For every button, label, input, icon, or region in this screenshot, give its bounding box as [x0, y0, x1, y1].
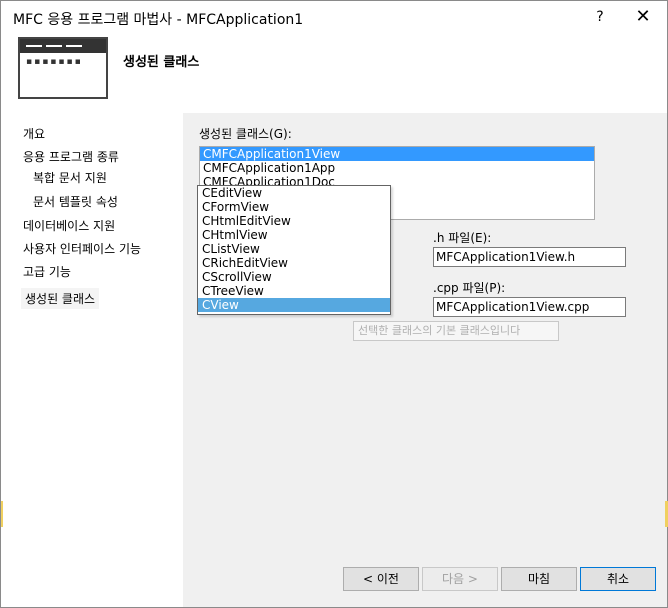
next-button[interactable]: 다음 >: [422, 567, 498, 591]
finish-button[interactable]: 마침: [501, 567, 577, 591]
h-file-label: .h 파일(E):: [433, 231, 492, 245]
wizard-nav: 개요 응용 프로그램 종류 복합 문서 지원 문서 템플릿 속성 데이터베이스 …: [1, 113, 183, 607]
nav-item-document-template[interactable]: 문서 템플릿 속성: [33, 193, 118, 210]
wizard-window-icon: ▪▪▪▪▪▪▪: [18, 37, 108, 99]
base-class-option[interactable]: CScrollView: [198, 270, 390, 284]
wizard-dialog: MFC 응용 프로그램 마법사 - MFCApplication1 ? ✕ ▪▪…: [0, 0, 668, 608]
background-strip: [1, 501, 3, 527]
generated-classes-label: 생성된 클래스(G):: [199, 127, 292, 141]
base-class-option[interactable]: CHtmlView: [198, 228, 390, 242]
nav-item-generated-classes[interactable]: 생성된 클래스: [21, 288, 100, 309]
class-list-item[interactable]: CMFCApplication1View: [200, 147, 594, 161]
nav-item-overview[interactable]: 개요: [23, 125, 45, 142]
nav-item-application-type[interactable]: 응용 프로그램 종류: [23, 148, 119, 165]
cancel-button[interactable]: 취소: [580, 567, 656, 591]
base-class-option[interactable]: CFormView: [198, 200, 390, 214]
base-class-dropdown[interactable]: CEditView CFormView CHtmlEditView CHtmlV…: [197, 185, 391, 315]
base-class-option[interactable]: CEditView: [198, 186, 390, 200]
cpp-file-label: .cpp 파일(P):: [433, 281, 506, 295]
h-file-field[interactable]: MFCApplication1View.h: [433, 247, 626, 267]
base-class-tooltip: 선택한 클래스의 기본 클래스입니다: [353, 321, 559, 341]
prev-button[interactable]: < 이전: [343, 567, 419, 591]
wizard-header: ▪▪▪▪▪▪▪ 생성된 클래스: [1, 33, 667, 113]
base-class-option[interactable]: CRichEditView: [198, 256, 390, 270]
nav-item-user-interface[interactable]: 사용자 인터페이스 기능: [23, 240, 141, 257]
base-class-option[interactable]: CView: [198, 298, 390, 312]
window-title: MFC 응용 프로그램 마법사 - MFCApplication1: [13, 12, 304, 28]
base-class-option[interactable]: CTreeView: [198, 284, 390, 298]
nav-item-compound-document[interactable]: 복합 문서 지원: [33, 169, 107, 186]
nav-item-advanced[interactable]: 고급 기능: [23, 263, 71, 280]
main-content: 생성된 클래스(G): CMFCApplication1View CMFCApp…: [183, 113, 667, 607]
base-class-option[interactable]: CListView: [198, 242, 390, 256]
cpp-file-field[interactable]: MFCApplication1View.cpp: [433, 297, 626, 317]
close-button[interactable]: ✕: [631, 5, 655, 29]
help-button[interactable]: ?: [591, 7, 609, 27]
class-list-item[interactable]: CMFCApplication1App: [200, 161, 594, 175]
nav-item-database[interactable]: 데이터베이스 지원: [23, 217, 115, 234]
page-title: 생성된 클래스: [123, 55, 200, 70]
title-bar: MFC 응용 프로그램 마법사 - MFCApplication1 ? ✕: [1, 1, 667, 33]
base-class-option[interactable]: CHtmlEditView: [198, 214, 390, 228]
